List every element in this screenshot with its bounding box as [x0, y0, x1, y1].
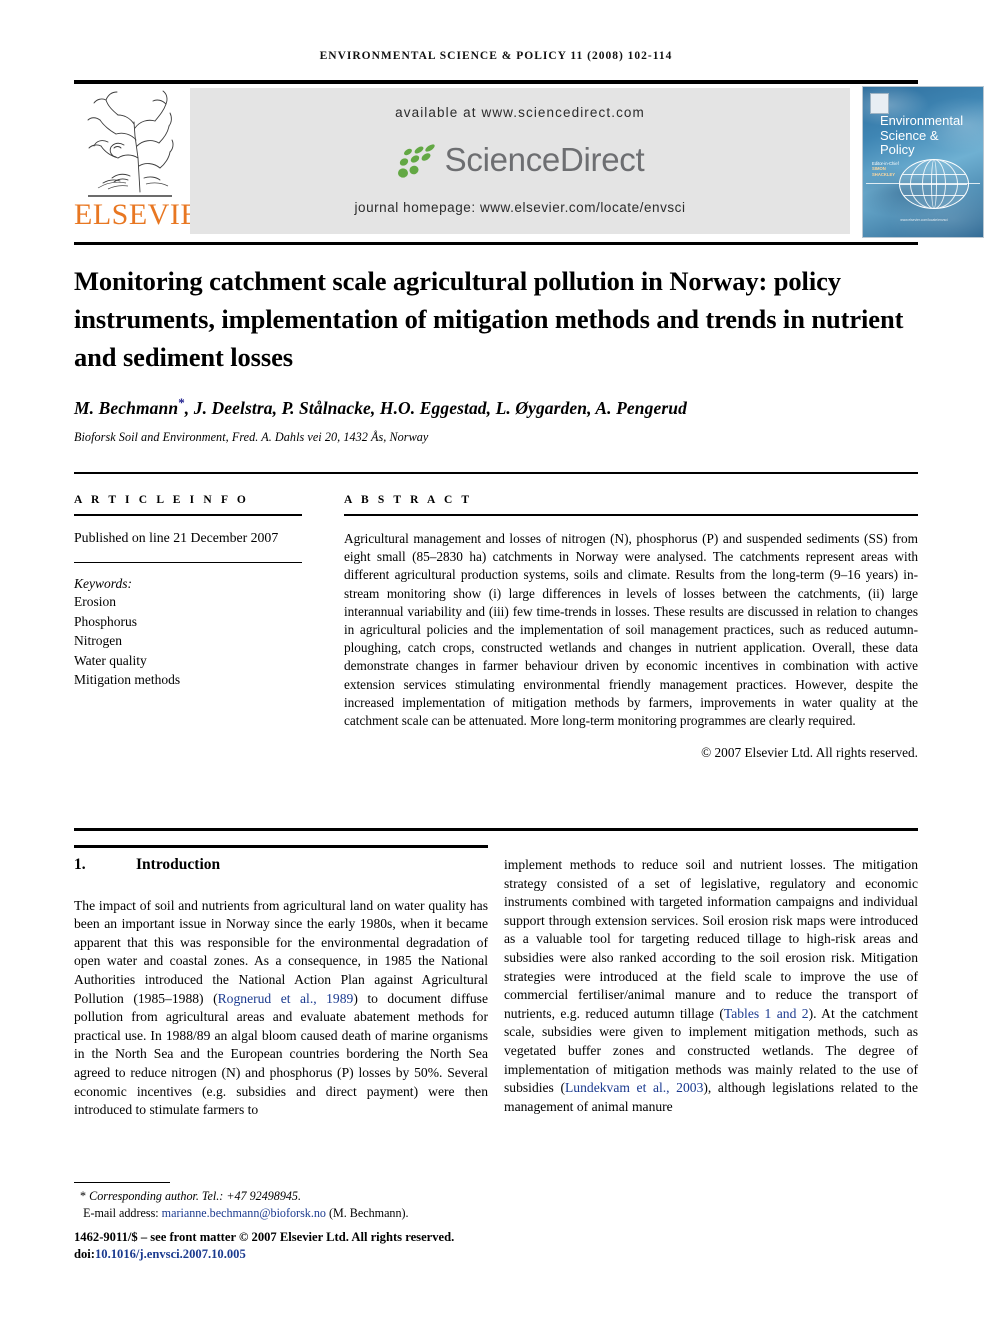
issn-line: 1462-9011/$ – see front matter © 2007 El… [74, 1230, 455, 1244]
abstract-heading: A B S T R A C T [344, 494, 473, 506]
section-rule [74, 845, 488, 848]
intro-text-part2: ) to document diffuse pollution from agr… [74, 990, 489, 1118]
sciencedirect-banner: available at www.sciencedirect.com Scien… [190, 88, 850, 234]
info-abstract-band: A R T I C L E I N F O Published on line … [74, 472, 918, 830]
elsevier-tree-icon [87, 90, 174, 197]
email-link[interactable]: marianne.bechmann@bioforsk.no [162, 1206, 326, 1220]
abstract-column: A B S T R A C T Agricultural management … [344, 494, 918, 761]
masthead: ELSEVIER available at www.sciencedirect.… [74, 86, 984, 238]
section-number: 1. [74, 856, 86, 873]
doi-link[interactable]: 10.1016/j.envsci.2007.10.005 [95, 1247, 246, 1261]
author-first: M. Bechmann [74, 397, 179, 418]
doi-label: doi: [74, 1247, 95, 1261]
running-head: ENVIRONMENTAL SCIENCE & POLICY 11 (2008)… [319, 50, 673, 62]
email-label: E-mail address: [83, 1205, 159, 1220]
email-note: E-mail address: marianne.bechmann@biofor… [74, 1205, 494, 1222]
masthead-rule [74, 242, 918, 245]
author-rest: , J. Deelstra, P. Stålnacke, H.O. Eggest… [184, 397, 687, 418]
abstract-text: Agricultural management and losses of ni… [344, 531, 918, 729]
citation-link[interactable]: Lundekvam et al., 2003 [565, 1080, 703, 1095]
corresponding-author-note: * Corresponding author. Tel.: +47 924989… [74, 1188, 494, 1205]
band-bottom-rule [74, 828, 918, 831]
keyword-item: Erosion [74, 594, 116, 610]
sciencedirect-wordmark: ScienceDirect [444, 141, 645, 178]
section-heading-introduction: 1. Introduction [74, 856, 488, 875]
article-info-heading: A R T I C L E I N F O [74, 494, 249, 506]
header-rule [74, 80, 918, 84]
email-owner: (M. Bechmann). [328, 1205, 409, 1220]
paragraph-intro-right: implement methods to reduce soil and nut… [504, 856, 918, 1116]
cover-footer-note: www.elsevier.com/locate/envsci [900, 218, 948, 222]
keyword-item: Water quality [74, 652, 147, 668]
citation-link[interactable]: Rognerud et al., 1989 [218, 991, 354, 1006]
section-title: Introduction [136, 856, 221, 873]
keywords-rule [74, 562, 302, 564]
keywords-label: Keywords: [74, 576, 132, 592]
affiliation: Bioforsk Soil and Environment, Fred. A. … [74, 430, 429, 444]
journal-article-page: ENVIRONMENTAL SCIENCE & POLICY 11 (2008)… [0, 0, 992, 1323]
corresponding-author-text: Corresponding author. Tel.: +47 92498945… [89, 1189, 301, 1203]
cover-editor-credit: Editor-in-Chief SIMON SHACKLEY [872, 161, 899, 177]
intro-right-part1: implement methods to reduce soil and nut… [504, 857, 918, 1021]
sciencedirect-dots-icon [396, 140, 440, 180]
article-info-column: A R T I C L E I N F O Published on line … [74, 494, 302, 690]
imprint-block: 1462-9011/$ – see front matter © 2007 El… [74, 1229, 504, 1263]
article-info-rule [74, 514, 302, 516]
cover-elsevier-mark-icon [870, 93, 889, 114]
body-column-left: 1. Introduction The impact of soil and nu… [74, 856, 488, 1120]
abstract-copyright: © 2007 Elsevier Ltd. All rights reserved… [701, 745, 918, 761]
journal-homepage-text: journal homepage: www.elsevier.com/locat… [354, 200, 686, 215]
abstract-rule [344, 514, 918, 516]
paragraph-intro-left: The impact of soil and nutrients from ag… [74, 897, 488, 1120]
author-list: M. Bechmann*, J. Deelstra, P. Stålnacke,… [74, 395, 918, 419]
keyword-item: Phosphorus [74, 613, 138, 629]
keyword-item: Nitrogen [74, 633, 122, 649]
page-title: Monitoring catchment scale agricultural … [74, 266, 904, 372]
footnote-rule [74, 1182, 170, 1184]
corresponding-marker: * [178, 395, 185, 410]
body-column-right: implement methods to reduce soil and nut… [504, 856, 918, 1116]
available-at-text: available at www.sciencedirect.com [395, 105, 645, 120]
doi-line: doi:10.1016/j.envsci.2007.10.005 [74, 1246, 504, 1263]
elsevier-wordmark: ELSEVIER [74, 198, 220, 231]
intro-text-part1: The impact of soil and nutrients from ag… [74, 897, 488, 1006]
cover-globe-icon [899, 159, 969, 209]
footnote-block: * Corresponding author. Tel.: +47 924989… [74, 1188, 494, 1221]
keyword-item: Mitigation methods [74, 672, 181, 688]
footnote-marker: * [80, 1189, 87, 1203]
sciencedirect-logo: ScienceDirect [190, 140, 850, 188]
published-date: Published on line 21 December 2007 [74, 530, 279, 545]
table-link[interactable]: Tables 1 and 2 [724, 1006, 809, 1021]
elsevier-logo: ELSEVIER [74, 86, 220, 238]
journal-cover-thumbnail: Environmental Science & Policy Editor-in… [862, 86, 984, 238]
cover-title: Environmental Science & Policy [880, 113, 964, 157]
